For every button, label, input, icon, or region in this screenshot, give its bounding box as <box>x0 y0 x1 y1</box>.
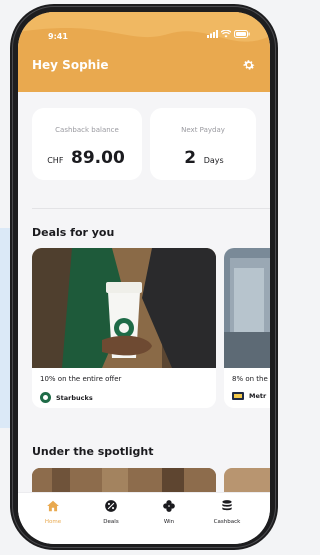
greeting-text: Hey Sophie <box>32 58 109 72</box>
deals-section-title: Deals for you <box>32 226 115 239</box>
app-header: 9:41 Hey Sophie <box>18 12 270 92</box>
payday-count: 2 <box>184 148 197 168</box>
signal-icon <box>207 30 218 38</box>
wifi-icon <box>221 30 231 38</box>
deal-card[interactable]: 8% on the Metr <box>224 248 270 408</box>
spotlight-section-title: Under the spotlight <box>32 445 154 458</box>
next-payday-card[interactable]: Next Payday 2 Days <box>150 108 256 180</box>
deal-brand-name: Metr <box>249 392 267 400</box>
status-time: 9:41 <box>48 32 68 41</box>
tab-home-label: Home <box>44 519 62 525</box>
deals-icon <box>105 500 117 512</box>
tab-home[interactable]: Home <box>28 499 78 525</box>
bottom-tab-bar: Home Deals Win Cashback <box>18 492 270 544</box>
deal-title: 10% on the entire offer <box>40 375 122 383</box>
next-payday-label: Next Payday <box>181 126 225 134</box>
deal-brand: Starbucks <box>40 392 93 403</box>
app-screen: 9:41 Hey Sophie Cashback balance CHF 89.… <box>18 12 270 544</box>
deal-card[interactable]: 10% on the entire offer Starbucks <box>32 248 216 408</box>
starbucks-logo-icon <box>40 392 51 403</box>
tab-cashback[interactable]: Cashback <box>202 499 252 525</box>
tab-win[interactable]: Win <box>144 499 194 525</box>
deal-brand: Metr <box>232 392 266 400</box>
home-icon <box>47 500 59 512</box>
next-payday-value: 2 Days <box>150 148 256 168</box>
cashback-balance-label: Cashback balance <box>55 126 119 134</box>
starbucks-deal-image <box>32 248 216 368</box>
clover-icon <box>163 500 175 512</box>
battery-icon <box>234 30 250 38</box>
deal-brand-name: Starbucks <box>56 393 93 402</box>
metro-deal-image <box>224 248 270 368</box>
cashback-balance-card[interactable]: Cashback balance CHF 89.00 <box>32 108 142 180</box>
coins-icon <box>222 500 232 511</box>
deal-title: 8% on the <box>232 375 268 383</box>
cashback-amount: 89.00 <box>71 148 125 168</box>
metro-logo-icon <box>232 392 244 400</box>
status-icons <box>207 30 250 38</box>
gear-icon[interactable] <box>242 58 256 72</box>
tab-deals-label: Deals <box>103 519 119 525</box>
header-wave-decoration <box>18 12 270 42</box>
tab-win-label: Win <box>163 519 175 525</box>
tab-cashback-label: Cashback <box>213 519 241 525</box>
payday-unit: Days <box>203 156 224 165</box>
section-divider <box>32 208 270 209</box>
tab-deals[interactable]: Deals <box>86 499 136 525</box>
cashback-balance-value: CHF 89.00 <box>32 148 142 168</box>
currency-label: CHF <box>47 156 64 165</box>
